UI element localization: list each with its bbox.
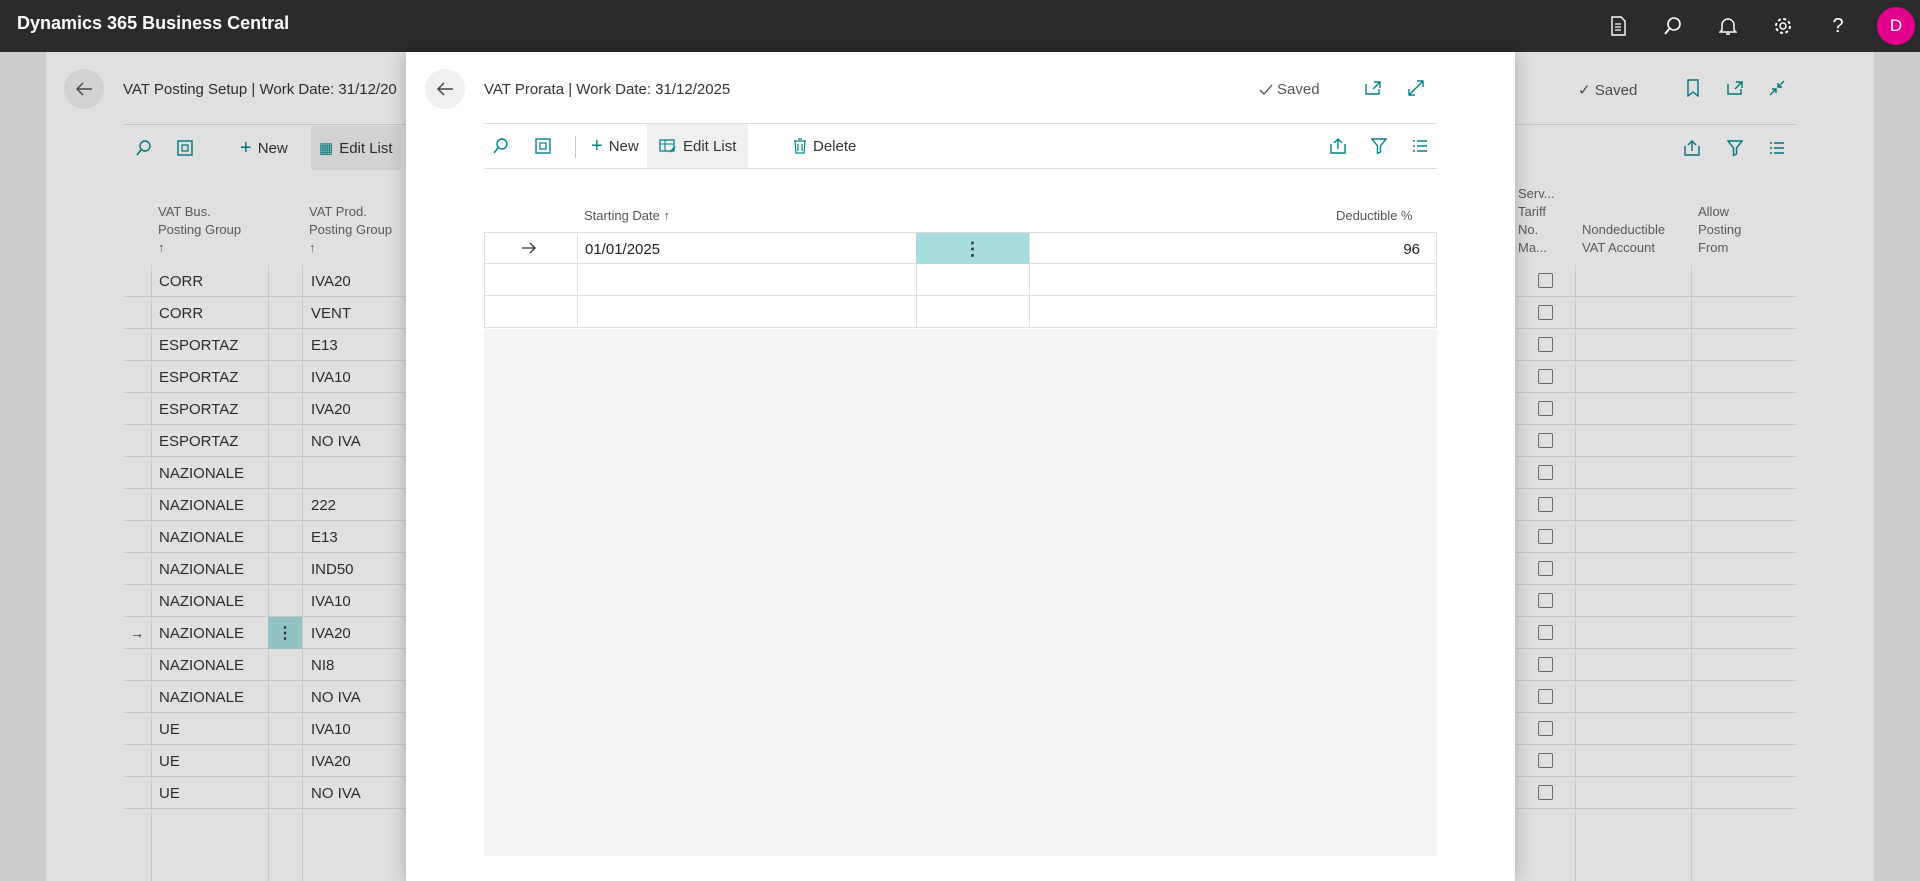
starting-date-cell[interactable]: 01/01/2025 (585, 241, 660, 258)
document-icon[interactable] (1604, 12, 1632, 40)
col-header-deductible-percent[interactable]: Deductible % (1336, 208, 1413, 223)
gear-icon[interactable] (1769, 12, 1797, 40)
back-arrow-icon (436, 82, 453, 96)
avatar[interactable]: D (1877, 7, 1915, 45)
help-icon[interactable]: ? (1824, 12, 1852, 40)
table-row[interactable] (484, 296, 1437, 328)
back-button[interactable] (425, 69, 465, 109)
grid-divider (1029, 233, 1030, 263)
page-title: VAT Prorata | Work Date: 31/12/2025 (484, 81, 731, 98)
app-header-bar: Dynamics 365 Business Central ? D (0, 0, 1920, 52)
trash-icon (794, 138, 806, 154)
bell-icon[interactable] (1714, 12, 1742, 40)
row-actions-menu-button[interactable]: ⋮ (916, 233, 1029, 264)
delete-button[interactable]: Delete (793, 124, 856, 168)
edit-list-icon (659, 139, 676, 153)
edit-list-button[interactable]: Edit List (647, 124, 749, 168)
edit-list-label: Edit List (683, 137, 737, 155)
saved-label: Saved (1277, 81, 1320, 98)
table-row[interactable] (484, 264, 1437, 296)
grid-divider (1029, 264, 1030, 295)
more-options-icon: ⋮ (963, 238, 982, 259)
grid-divider (577, 296, 578, 327)
check-icon (1259, 84, 1273, 95)
grid-divider (916, 296, 917, 327)
new-label: New (608, 137, 639, 155)
table-row[interactable]: 01/01/2025 ⋮ 96 (484, 232, 1437, 264)
plus-icon: + (591, 135, 603, 157)
app-title[interactable]: Dynamics 365 Business Central (17, 13, 289, 34)
delete-label: Delete (813, 137, 857, 155)
grid-divider (1029, 296, 1030, 327)
vat-prorata-dialog: VAT Prorata | Work Date: 31/12/2025 Save… (406, 52, 1515, 881)
col-header-starting-date[interactable]: Starting Date ↑ (584, 208, 670, 223)
search-icon[interactable] (1659, 12, 1687, 40)
expand-icon[interactable] (1404, 76, 1428, 100)
share-icon[interactable] (1329, 124, 1347, 168)
toolbar-separator (575, 136, 576, 158)
open-new-window-icon[interactable] (1361, 76, 1385, 100)
list-view-icon[interactable] (1412, 124, 1428, 168)
grid-divider (916, 264, 917, 295)
row-indicator-arrow-icon (521, 241, 537, 260)
empty-list-area (484, 329, 1437, 856)
deductible-percent-cell[interactable]: 96 (1403, 241, 1420, 258)
tiles-view-icon[interactable] (534, 124, 552, 168)
grid-divider (577, 264, 578, 295)
action-bar: + New Edit List Delete (484, 123, 1437, 169)
grid-divider (577, 233, 578, 263)
saved-status: Saved (1259, 81, 1320, 98)
search-icon[interactable] (492, 124, 510, 168)
new-button[interactable]: + New (591, 124, 639, 168)
filter-icon[interactable] (1371, 124, 1387, 168)
